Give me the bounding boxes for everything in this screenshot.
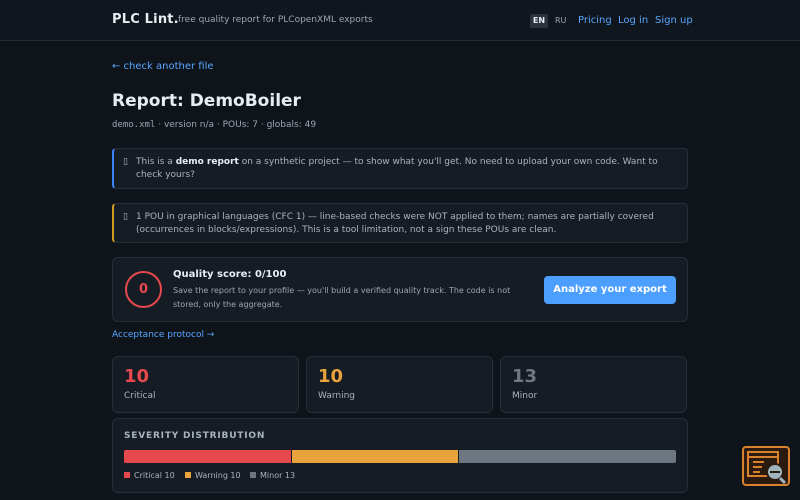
report-search-icon xyxy=(747,451,787,484)
distribution-segment-critical xyxy=(124,450,291,463)
nav-login-link[interactable]: Log in xyxy=(618,14,648,28)
demo-notice-pre: This is a xyxy=(136,157,176,167)
demo-notice-bold: demo report xyxy=(175,157,239,167)
graphical-languages-notice: ▯ 1 POU in graphical languages (CFC 1) —… xyxy=(112,203,688,243)
severity-distribution-card: SEVERITY DISTRIBUTION Critical 10 Warnin… xyxy=(112,418,688,493)
acceptance-protocol-link[interactable]: Acceptance protocol → xyxy=(112,330,214,340)
stat-label-critical: Critical xyxy=(124,391,156,401)
score-ring: 0 xyxy=(125,271,162,308)
legend-swatch-warning xyxy=(185,472,191,478)
quality-score-card: 0 Quality score: 0/100 Save the report t… xyxy=(112,257,688,322)
legend-label-critical: Critical 10 xyxy=(134,471,175,480)
meta-details: · version n/a · POUs: 7 · globals: 49 xyxy=(155,120,317,130)
score-description: Save the report to your profile — you'll… xyxy=(173,286,511,309)
nav-pricing-link[interactable]: Pricing xyxy=(578,14,612,28)
report-search-widget-button[interactable] xyxy=(742,446,790,486)
legend-critical: Critical 10 xyxy=(124,471,175,481)
stat-card-warning: 10 Warning xyxy=(306,356,493,413)
legend-minor: Minor 13 xyxy=(250,471,295,481)
stat-label-minor: Minor xyxy=(512,391,538,401)
analyze-export-button[interactable]: Analyze your export xyxy=(544,276,676,304)
stat-value-warning: 10 xyxy=(318,366,344,387)
report-meta: demo.xml · version n/a · POUs: 7 · globa… xyxy=(112,120,316,130)
top-bar: PLC Lint. free quality report for PLCope… xyxy=(0,0,800,41)
stat-card-minor: 13 Minor xyxy=(500,356,687,413)
severity-distribution-bar xyxy=(124,450,676,463)
stat-value-minor: 13 xyxy=(512,366,538,387)
legend-swatch-critical xyxy=(124,472,130,478)
stat-label-warning: Warning xyxy=(318,391,356,401)
demo-notice: ▯ This is a demo report on a synthetic p… xyxy=(112,148,688,189)
brand-logo[interactable]: PLC Lint. xyxy=(112,12,179,27)
stat-value-critical: 10 xyxy=(124,366,150,387)
score-title: Quality score: 0/100 xyxy=(173,269,287,280)
page-title: Report: DemoBoiler xyxy=(112,91,301,111)
language-ru-button[interactable]: RU xyxy=(555,14,566,28)
stat-card-critical: 10 Critical xyxy=(112,356,299,413)
brand-tagline: free quality report for PLCopenXML expor… xyxy=(178,15,373,25)
distribution-segment-warning xyxy=(290,450,459,463)
warning-icon: ▯ xyxy=(123,212,128,222)
severity-distribution-title: SEVERITY DISTRIBUTION xyxy=(124,431,266,441)
distribution-segment-minor xyxy=(458,450,676,463)
legend-warning: Warning 10 xyxy=(185,471,241,481)
meta-filename: demo.xml xyxy=(112,120,156,130)
check-another-file-link[interactable]: ← check another file xyxy=(112,61,214,72)
legend-label-warning: Warning 10 xyxy=(195,471,241,480)
info-icon: ▯ xyxy=(123,157,128,167)
nav-signup-link[interactable]: Sign up xyxy=(655,14,693,28)
legend-label-minor: Minor 13 xyxy=(260,471,296,480)
legend-swatch-minor xyxy=(250,472,256,478)
language-en-button[interactable]: EN xyxy=(530,14,548,28)
graphical-notice-text: 1 POU in graphical languages (CFC 1) — l… xyxy=(136,212,654,235)
